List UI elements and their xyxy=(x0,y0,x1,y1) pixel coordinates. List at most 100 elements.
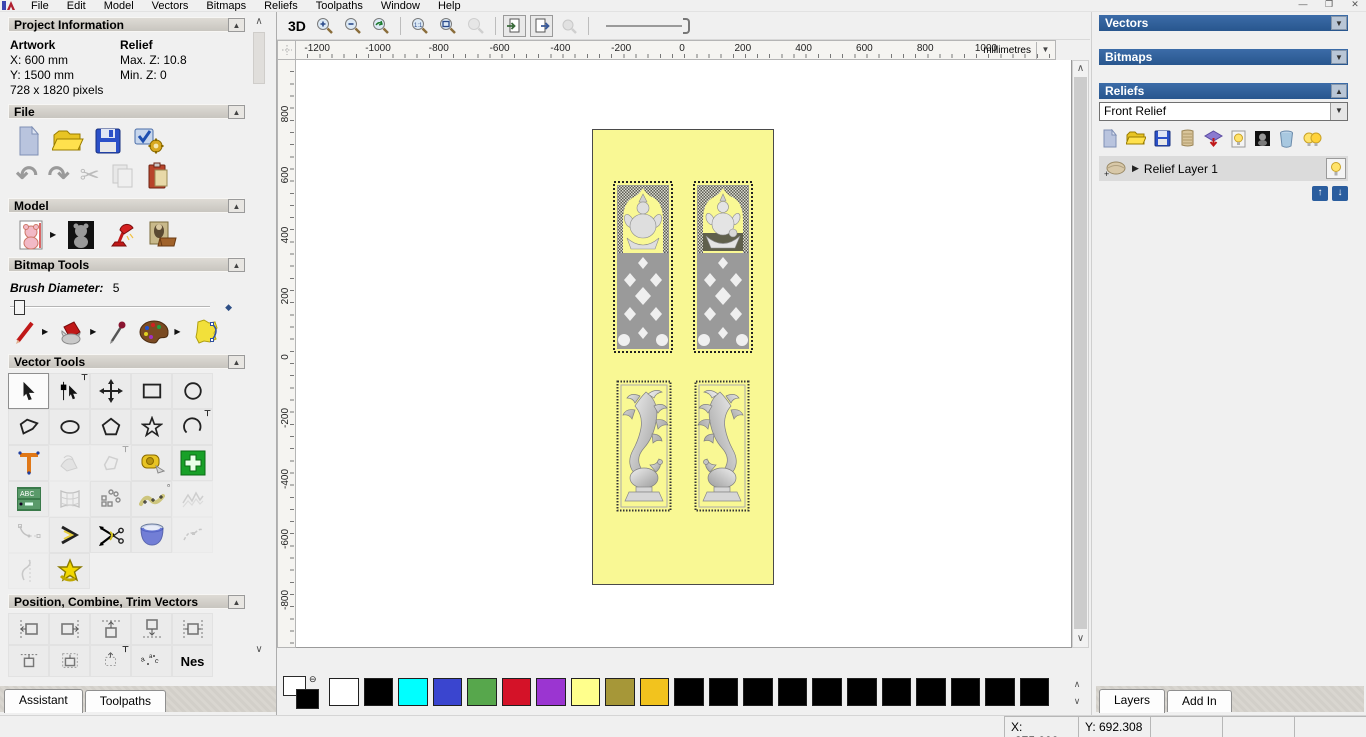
scroll-down-icon[interactable]: ∨ xyxy=(1069,693,1085,710)
transform-vectors-button[interactable] xyxy=(90,373,131,409)
scrollbar-thumb[interactable] xyxy=(253,32,265,84)
color-swatch[interactable] xyxy=(916,678,946,706)
centre-horizontally-button[interactable] xyxy=(8,645,49,677)
color-swatch[interactable] xyxy=(777,678,808,706)
copy-icon[interactable] xyxy=(110,162,136,190)
cut-icon[interactable]: ✂ xyxy=(80,161,100,190)
toggle-bitmap-view-button[interactable] xyxy=(502,14,526,37)
color-swatch[interactable] xyxy=(329,678,359,706)
collapse-up-icon[interactable]: ▲ xyxy=(1331,84,1347,98)
relief-selector-dropdown[interactable]: Front Relief ▼ xyxy=(1099,102,1348,121)
scatter-copies-button[interactable]: aac xyxy=(131,645,172,677)
undo-icon[interactable]: ↶ xyxy=(16,160,38,191)
view-3d-button[interactable]: 3D xyxy=(285,18,309,34)
move-layer-down-button[interactable]: ↓ xyxy=(1332,186,1348,201)
move-layer-up-button[interactable]: ↑ xyxy=(1312,186,1328,201)
color-swatch[interactable] xyxy=(605,678,635,706)
project-information-header[interactable]: Project Information ▲ xyxy=(8,17,245,32)
align-bottom-button[interactable] xyxy=(131,613,172,645)
zoom-previous-icon[interactable] xyxy=(369,15,393,37)
secondary-colour-swatch[interactable] xyxy=(296,689,319,709)
redo-icon[interactable]: ↷ xyxy=(48,160,70,191)
tab-toolpaths[interactable]: Toolpaths xyxy=(84,690,167,712)
wrap-text-button[interactable] xyxy=(49,445,90,481)
vector-texture-button[interactable] xyxy=(172,481,213,517)
open-relief-icon[interactable] xyxy=(1126,130,1146,147)
tab-assistant[interactable]: Assistant xyxy=(4,689,83,713)
color-swatch[interactable] xyxy=(536,678,566,706)
collapse-up-icon[interactable]: ▲ xyxy=(228,18,245,32)
menu-vectors[interactable]: Vectors xyxy=(143,0,198,11)
block-copy-button[interactable] xyxy=(90,481,131,517)
expand-layer-icon[interactable]: ▶ xyxy=(1132,163,1139,174)
flood-fill-icon[interactable] xyxy=(58,319,86,345)
color-swatch[interactable] xyxy=(1019,678,1050,706)
vectors-panel-header[interactable]: Vectors ▼ xyxy=(1099,15,1348,31)
join-curves-button[interactable] xyxy=(172,517,213,553)
3d-clipart-button[interactable] xyxy=(131,517,172,553)
model-properties-icon[interactable] xyxy=(132,126,164,156)
merge-relief-icon[interactable] xyxy=(1204,129,1223,148)
scrollbar-thumb[interactable] xyxy=(1074,77,1087,629)
expand-down-icon[interactable]: ▼ xyxy=(1331,50,1347,64)
vector-doctor-button[interactable] xyxy=(49,553,90,589)
new-model-icon[interactable] xyxy=(16,125,42,156)
fade-relief-slider[interactable] xyxy=(605,16,690,36)
align-top-button[interactable] xyxy=(90,613,131,645)
offset-vectors-button[interactable]: ⊤ xyxy=(90,445,131,481)
toggle-all-visibility-icon[interactable] xyxy=(1302,130,1323,148)
trim-vectors-button[interactable] xyxy=(90,517,131,553)
colour-palette-icon[interactable] xyxy=(138,319,170,345)
create-arc-button[interactable]: ⊤ xyxy=(172,409,213,445)
menu-model[interactable]: Model xyxy=(95,0,143,11)
paste-icon[interactable] xyxy=(146,162,170,190)
tab-add-in[interactable]: Add In xyxy=(1167,690,1232,712)
select-vectors-button[interactable] xyxy=(8,373,49,409)
lighting-icon[interactable] xyxy=(106,220,136,250)
minimize-icon[interactable]: — xyxy=(1294,0,1312,10)
nesting-button[interactable]: Nes xyxy=(172,645,213,677)
arrowhead-tool-button[interactable] xyxy=(49,517,90,553)
load-relief-clipart-icon[interactable] xyxy=(1179,129,1196,148)
file-section-header[interactable]: File ▲ xyxy=(8,104,245,119)
flyout-icon[interactable]: ▶ xyxy=(174,327,180,336)
bitmap-to-vector-icon[interactable] xyxy=(190,318,220,346)
menu-edit[interactable]: Edit xyxy=(58,0,95,11)
tab-layers[interactable]: Layers xyxy=(1099,689,1166,713)
color-swatch[interactable] xyxy=(708,678,739,706)
paste-along-curve-button[interactable]: ▫ xyxy=(131,481,172,517)
texture-relief-icon[interactable] xyxy=(146,220,178,250)
paint-icon[interactable] xyxy=(12,319,38,345)
color-swatch[interactable] xyxy=(570,678,601,706)
primary-secondary-colour-indicator[interactable]: ⊖ xyxy=(283,674,323,712)
create-polyline-button[interactable] xyxy=(8,409,49,445)
zoom-out-icon[interactable] xyxy=(341,15,365,37)
create-text-button[interactable] xyxy=(8,445,49,481)
menu-help[interactable]: Help xyxy=(429,0,470,11)
create-polygon-button[interactable] xyxy=(90,409,131,445)
envelope-distort-button[interactable] xyxy=(49,481,90,517)
fillet-tool-button[interactable] xyxy=(8,517,49,553)
menu-toolpaths[interactable]: Toolpaths xyxy=(307,0,372,11)
zoom-object-icon[interactable] xyxy=(464,15,488,37)
node-editing-button[interactable]: ⊤ xyxy=(49,373,90,409)
color-swatch[interactable] xyxy=(674,678,704,706)
collapse-up-icon[interactable]: ▲ xyxy=(228,199,245,213)
relief-visibility-icon[interactable] xyxy=(1231,130,1246,148)
close-profile-button[interactable] xyxy=(8,553,49,589)
assistant-scrollbar[interactable]: ∧ ∨ xyxy=(250,14,268,686)
reliefs-panel-header[interactable]: Reliefs ▲ xyxy=(1099,83,1348,99)
delete-relief-layer-icon[interactable] xyxy=(1279,130,1294,148)
color-swatch[interactable] xyxy=(881,678,912,706)
align-left-button[interactable] xyxy=(8,613,49,645)
paste-special-button[interactable] xyxy=(172,445,213,481)
color-swatch[interactable] xyxy=(432,678,463,706)
slider-handle[interactable] xyxy=(14,300,25,315)
align-right-button[interactable] xyxy=(49,613,90,645)
measure-tool-button[interactable] xyxy=(131,445,172,481)
ruler-origin-icon[interactable] xyxy=(277,40,296,60)
bitmaps-panel-header[interactable]: Bitmaps ▼ xyxy=(1099,49,1348,65)
menu-file[interactable]: File xyxy=(22,0,58,11)
menu-reliefs[interactable]: Reliefs xyxy=(255,0,307,11)
flyout-icon[interactable]: ▶ xyxy=(90,327,96,336)
